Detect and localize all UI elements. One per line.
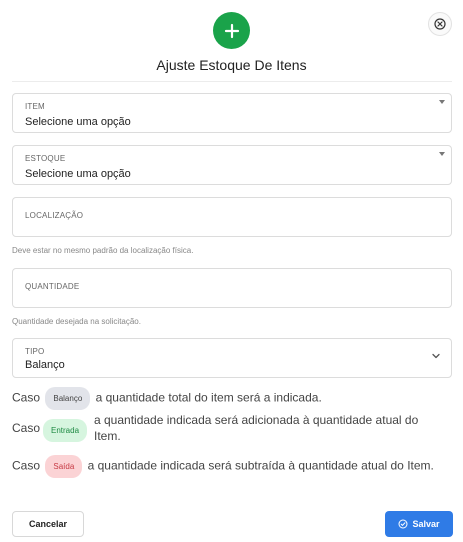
caret-down-icon [439, 152, 445, 156]
chevron-down-icon [432, 353, 440, 359]
info-text: a quantidade total do item será a indica… [95, 390, 322, 405]
caret-down-icon [439, 100, 445, 104]
cancel-button[interactable]: Cancelar [12, 511, 84, 537]
estoque-label: ESTOQUE [25, 154, 66, 163]
estoque-select[interactable]: ESTOQUE Selecione uma opção [12, 145, 452, 185]
save-button[interactable]: Salvar [385, 511, 453, 537]
save-label: Salvar [412, 519, 440, 529]
info-text-cont: Item. [94, 429, 121, 443]
badge-balanco: Balanço [45, 387, 91, 410]
close-circle-icon [434, 18, 446, 30]
localizacao-label: LOCALIZAÇÃO [25, 211, 84, 220]
plus-icon [213, 12, 250, 49]
info-prefix: Caso [12, 458, 41, 473]
check-circle-icon [398, 519, 408, 529]
badge-entrada: Entrada [43, 419, 88, 442]
quantidade-input[interactable]: QUANTIDADE [12, 268, 452, 308]
item-value: Selecione uma opção [25, 116, 131, 128]
localizacao-helper: Deve estar no mesmo padrão da localizaçã… [12, 246, 194, 255]
tipo-value: Balanço [25, 359, 65, 371]
divider [12, 81, 452, 82]
localizacao-input[interactable]: LOCALIZAÇÃO [12, 197, 452, 237]
tipo-select[interactable]: TIPO Balanço [12, 338, 452, 378]
info-prefix: Caso [12, 421, 41, 435]
tipo-label: TIPO [25, 347, 45, 356]
page-title: Ajuste Estoque De Itens [156, 57, 307, 73]
quantidade-helper: Quantidade desejada na solicitação. [12, 317, 141, 326]
info-balanco: Caso Balanço a quantidade total do item … [12, 387, 322, 410]
info-saida: Caso Saída a quantidade indicada será su… [12, 455, 434, 478]
info-prefix: Caso [12, 390, 41, 405]
badge-saida: Saída [45, 455, 83, 478]
quantidade-label: QUANTIDADE [25, 282, 80, 291]
item-label: ITEM [25, 102, 45, 111]
close-button[interactable] [428, 12, 452, 36]
info-text: a quantidade indicada será subtraída à q… [87, 458, 434, 473]
item-select[interactable]: ITEM Selecione uma opção [12, 93, 452, 133]
estoque-value: Selecione uma opção [25, 168, 131, 180]
info-text: a quantidade indicada será adicionada à … [94, 413, 419, 427]
